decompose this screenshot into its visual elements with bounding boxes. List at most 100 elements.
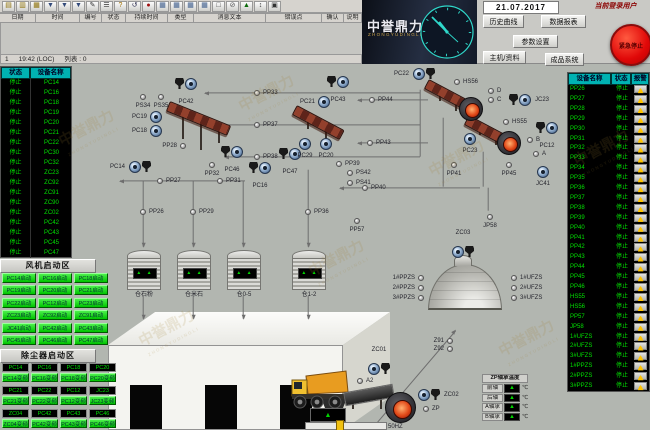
fan-start-button[interactable]: ZC91启动 <box>74 310 108 320</box>
fan-icon[interactable] <box>129 161 141 173</box>
alarm-ack-cell[interactable] <box>634 154 647 162</box>
dust-hopper-icon[interactable] <box>509 94 518 105</box>
alarm-ack-cell[interactable] <box>634 303 647 311</box>
fan-icon[interactable] <box>299 138 311 150</box>
device-row[interactable]: PP42停止 <box>568 242 649 252</box>
vfd-start-button[interactable]: PC18变频 <box>60 373 87 382</box>
vfd-start-button[interactable]: PC20变频 <box>89 373 116 382</box>
alarm-ack-cell[interactable] <box>634 125 647 133</box>
fan-start-button[interactable]: PC16启动 <box>38 273 72 283</box>
vfd-start-button[interactable]: PC12变频 <box>60 396 87 405</box>
device-row[interactable]: PP41停止 <box>568 233 649 243</box>
fan-start-button[interactable]: PC47启动 <box>74 335 108 345</box>
device-row[interactable]: HS56停止 <box>568 302 649 312</box>
fan-start-button[interactable]: PC21启动 <box>74 285 108 295</box>
fan-icon[interactable] <box>320 138 332 150</box>
device-row[interactable]: PP26停止 <box>568 84 649 94</box>
alarm-ack-cell[interactable] <box>634 95 647 103</box>
alarm-ack-cell[interactable] <box>634 174 647 182</box>
device-row[interactable]: 停止ZC90 <box>1 198 71 208</box>
alarm-ack-cell[interactable] <box>634 214 647 222</box>
device-row[interactable]: 停止PC16 <box>1 88 71 98</box>
alarm-ack-cell[interactable] <box>634 372 647 380</box>
fan-icon[interactable] <box>519 94 531 106</box>
dust-hopper-icon[interactable] <box>327 76 336 87</box>
alarm-ack-cell[interactable] <box>634 323 647 331</box>
device-row[interactable]: 停止ZC92 <box>1 178 71 188</box>
alarm-ack-cell[interactable] <box>634 144 647 152</box>
alarm-ack-cell[interactable] <box>634 115 647 123</box>
fan-start-button[interactable]: PC12启动 <box>38 298 72 308</box>
fan-start-button[interactable]: PC20启动 <box>38 285 72 295</box>
dust-hopper-icon[interactable] <box>431 389 440 400</box>
device-row[interactable]: 停止PC30 <box>1 148 71 158</box>
device-row[interactable]: 停止ZC23 <box>1 168 71 178</box>
device-row[interactable]: 停止PC19 <box>1 108 71 118</box>
alarm-ack-cell[interactable] <box>634 204 647 212</box>
device-row[interactable]: 停止ZC02 <box>1 208 71 218</box>
alarm-ack-cell[interactable] <box>634 273 647 281</box>
device-row[interactable]: PP43停止 <box>568 252 649 262</box>
alarm-ack-cell[interactable] <box>634 253 647 261</box>
device-row[interactable]: 2#PPZS停止 <box>568 371 649 381</box>
fan-icon[interactable] <box>413 68 425 80</box>
alarm-ack-cell[interactable] <box>634 293 647 301</box>
device-row[interactable]: PP57停止 <box>568 312 649 322</box>
alarm-ack-cell[interactable] <box>634 135 647 143</box>
dust-hopper-icon[interactable] <box>426 68 435 79</box>
device-row[interactable]: 停止PC43 <box>1 228 71 238</box>
device-row[interactable]: 停止ZC91 <box>1 188 71 198</box>
alarm-ack-cell[interactable] <box>634 283 647 291</box>
vfd-start-button[interactable]: PC16变频 <box>31 373 58 382</box>
device-row[interactable]: PP35停止 <box>568 173 649 183</box>
device-row[interactable]: PP37停止 <box>568 193 649 203</box>
device-row[interactable]: 1#UFZS停止 <box>568 332 649 342</box>
fan-start-button[interactable]: PC14启动 <box>2 273 36 283</box>
alarm-ack-cell[interactable] <box>634 105 647 113</box>
device-row[interactable]: JP58停止 <box>568 322 649 332</box>
fan-start-button[interactable]: PC23启动 <box>74 298 108 308</box>
fan-icon[interactable] <box>337 76 349 88</box>
device-row[interactable]: 3#UFZS停止 <box>568 351 649 361</box>
fan-icon[interactable] <box>418 389 430 401</box>
device-row[interactable]: 停止PC21 <box>1 128 71 138</box>
alarm-ack-cell[interactable] <box>634 313 647 321</box>
dust-hopper-icon[interactable] <box>175 78 184 89</box>
fan-icon[interactable] <box>231 146 243 158</box>
device-row[interactable]: 停止PC22 <box>1 138 71 148</box>
alarm-ack-cell[interactable] <box>634 184 647 192</box>
vfd-start-button[interactable]: PC21变频 <box>2 396 29 405</box>
device-row[interactable]: PP45停止 <box>568 272 649 282</box>
fan-icon[interactable] <box>537 166 549 178</box>
device-row[interactable]: PP27停止 <box>568 94 649 104</box>
vfd-start-button[interactable]: PC14变频 <box>2 373 29 382</box>
frequency-slider-marker[interactable] <box>336 420 344 430</box>
device-row[interactable]: PP36停止 <box>568 183 649 193</box>
device-row[interactable]: PP30停止 <box>568 124 649 134</box>
device-row[interactable]: HS55停止 <box>568 292 649 302</box>
alarm-ack-cell[interactable] <box>634 382 647 390</box>
vfd-start-button[interactable]: PC22变频 <box>31 396 58 405</box>
device-row[interactable]: 停止PC14 <box>1 78 71 88</box>
device-row[interactable]: PP29停止 <box>568 114 649 124</box>
alarm-ack-cell[interactable] <box>634 333 647 341</box>
alarm-ack-cell[interactable] <box>634 243 647 251</box>
device-row[interactable]: PP39停止 <box>568 213 649 223</box>
alarm-ack-cell[interactable] <box>634 352 647 360</box>
alarm-ack-cell[interactable] <box>634 362 647 370</box>
fan-icon[interactable] <box>546 122 558 134</box>
fan-start-button[interactable]: PC46启动 <box>38 335 72 345</box>
vfd-start-button[interactable]: PC43变频 <box>60 419 87 428</box>
storage-dome[interactable] <box>428 264 502 310</box>
fan-icon[interactable] <box>150 111 162 123</box>
device-row[interactable]: 1#PPZS停止 <box>568 361 649 371</box>
device-row[interactable]: PP44停止 <box>568 262 649 272</box>
device-row[interactable]: 停止PC20 <box>1 118 71 128</box>
vfd-start-button[interactable]: PC42变频 <box>31 419 58 428</box>
device-row[interactable]: 停止PC42 <box>1 218 71 228</box>
vfd-start-button[interactable]: ZC04变频 <box>2 419 29 428</box>
alarm-ack-cell[interactable] <box>634 85 647 93</box>
alarm-ack-cell[interactable] <box>634 164 647 172</box>
device-row[interactable]: 停止PC18 <box>1 98 71 108</box>
fan-start-button[interactable]: ZC23启动 <box>2 310 36 320</box>
